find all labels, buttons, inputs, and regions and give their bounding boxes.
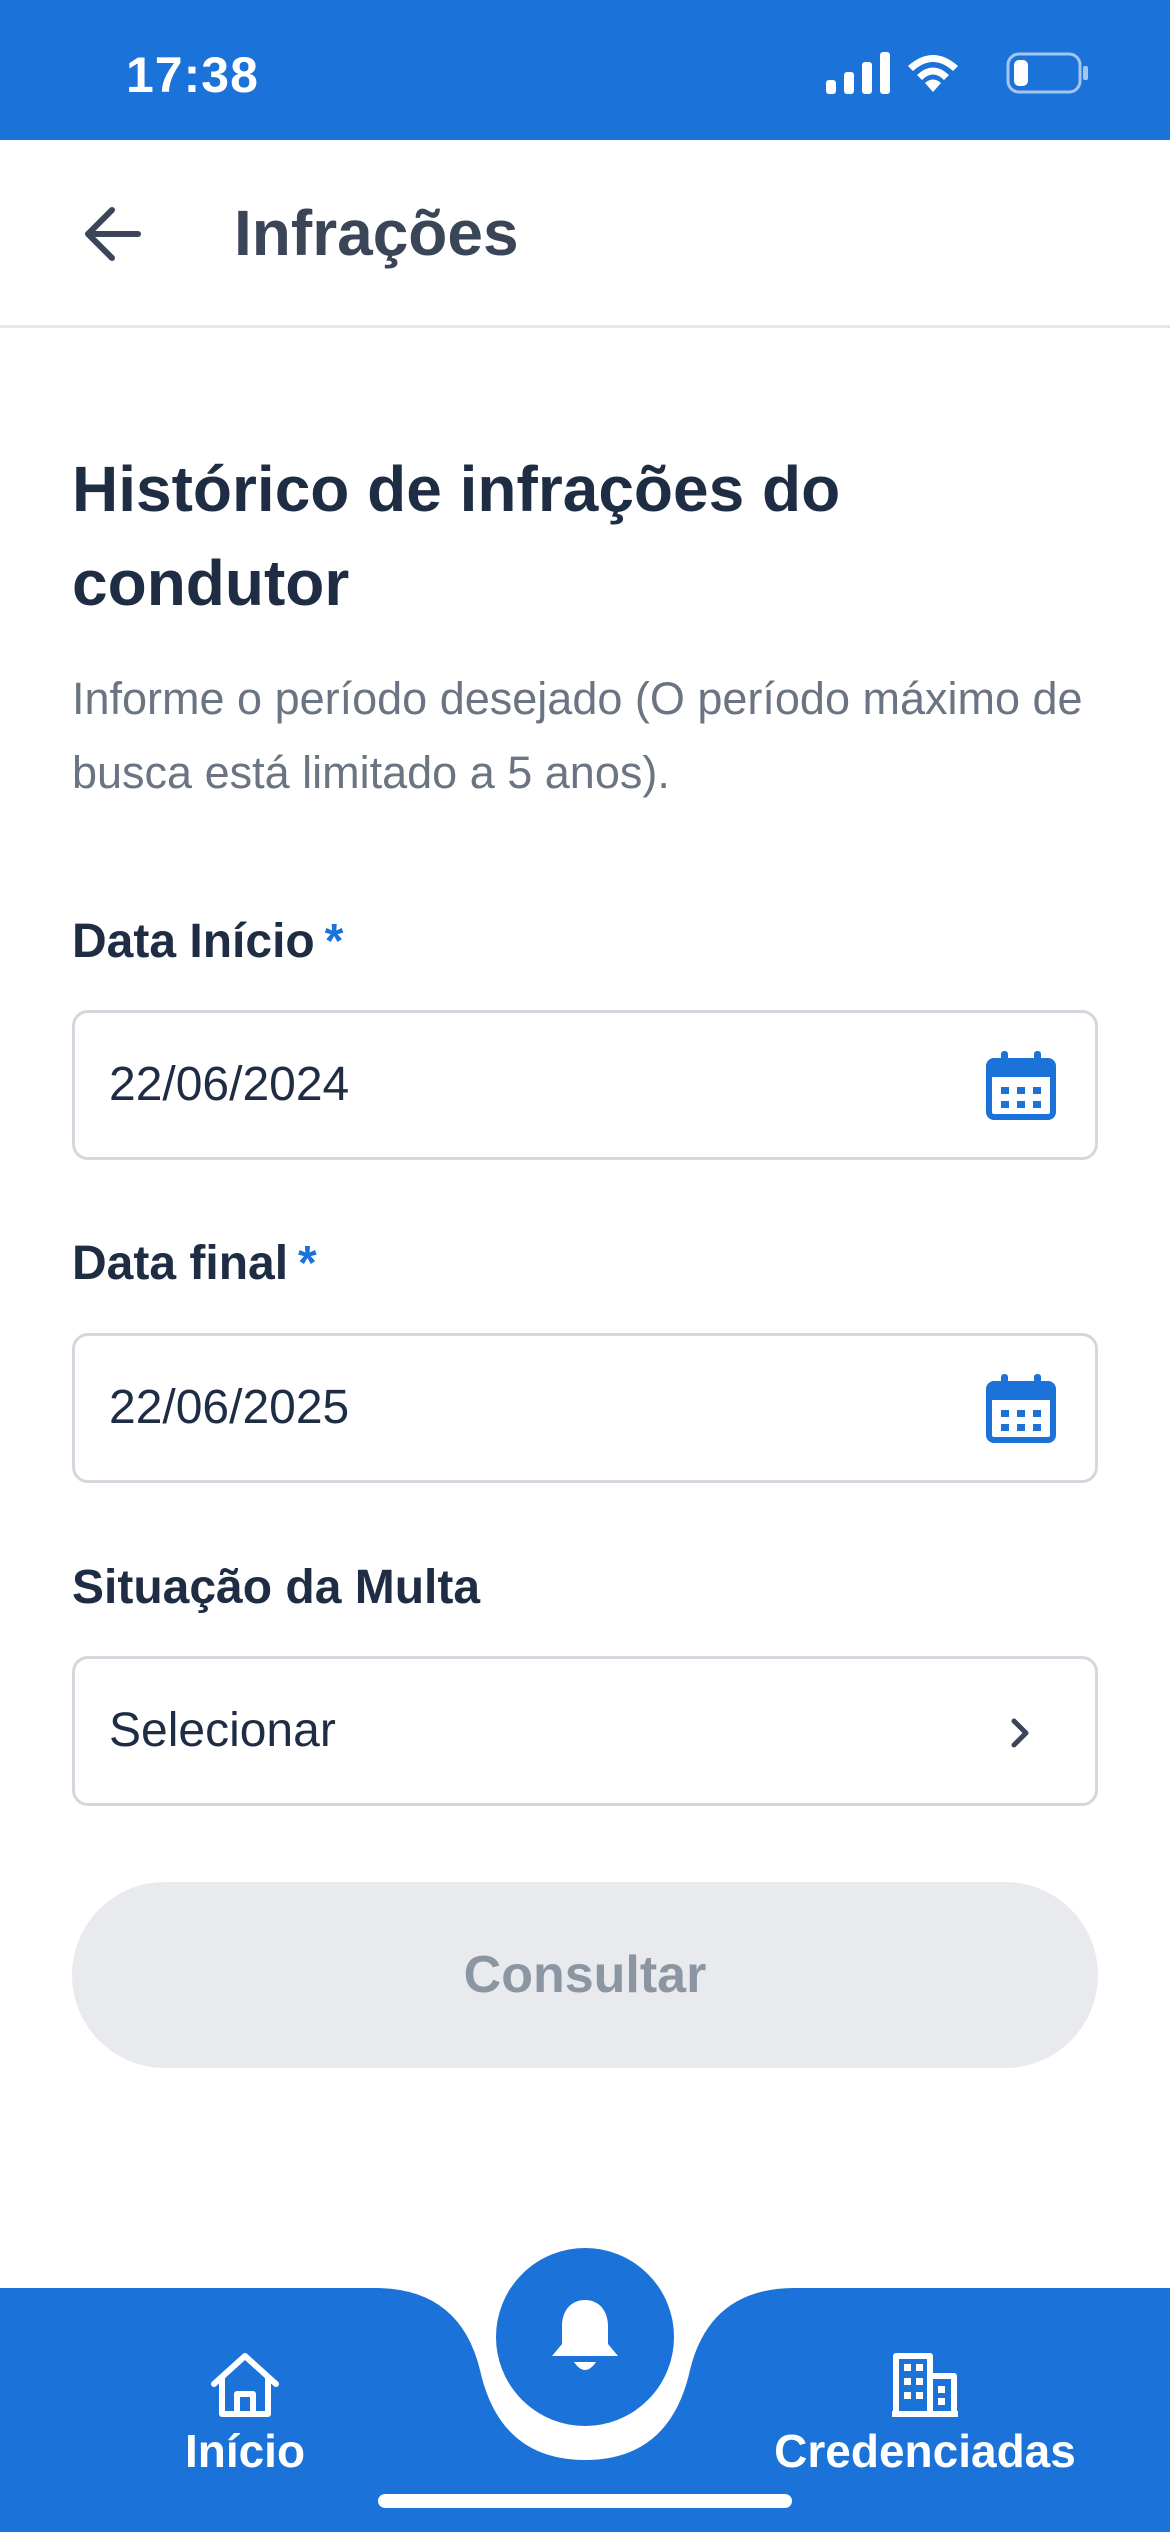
bell-icon [552,2300,618,2370]
battery-icon [1006,52,1088,94]
chevron-right-icon [1011,1718,1029,1748]
home-icon [211,2353,279,2417]
status-select[interactable]: Selecionar [72,1656,1098,1806]
status-select-value: Selecionar [109,1704,336,1757]
start-date-field[interactable]: 22/06/2024 [72,1010,1098,1160]
nav-label-credenciadas: Credenciadas [774,2425,1076,2477]
consult-button[interactable]: Consultar [72,1882,1098,2068]
nav-item-inicio[interactable]: Início [170,2350,320,2478]
back-button[interactable] [76,194,156,274]
nav-item-credenciadas[interactable]: Credenciadas [760,2350,1090,2478]
app-header: Infrações [0,140,1170,328]
nav-label-inicio: Início [184,2425,306,2477]
notifications-button[interactable] [488,2240,682,2434]
required-marker: * [324,915,344,968]
section-heading: Histórico de infrações do condutor [72,453,841,619]
start-date-value: 22/06/2024 [109,1058,350,1111]
end-date-label: Data final * [72,1237,317,1290]
end-date-value: 22/06/2025 [109,1381,350,1434]
required-marker: * [298,1237,317,1290]
section-subtitle: Informe o período desejado (O período má… [72,673,1083,798]
status-bar: 17:38 [0,0,1170,140]
status-time: 17:38 [126,47,259,103]
arrow-left-icon [85,207,141,261]
calendar-icon[interactable] [985,1372,1057,1444]
signal-icon [826,52,890,94]
start-date-label: Data Início * [72,915,344,968]
end-date-field[interactable]: 22/06/2025 [72,1333,1098,1483]
building-icon [892,2353,958,2417]
bottom-nav: Início Credenciadas [0,2200,1170,2532]
page-title: Infrações [234,197,519,269]
status-label: Situação da Multa [72,1561,481,1614]
calendar-icon[interactable] [985,1049,1057,1121]
wifi-icon [908,55,958,92]
home-indicator [378,2494,792,2508]
